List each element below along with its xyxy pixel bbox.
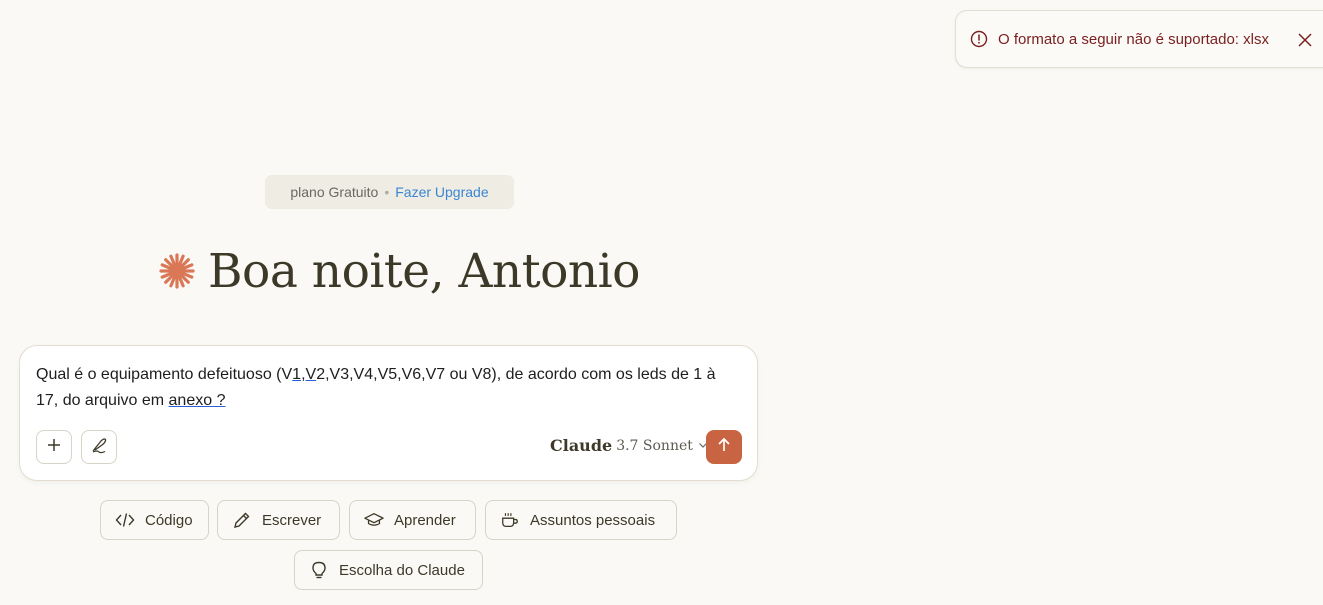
chip-codigo[interactable]: Código: [100, 500, 209, 540]
chip-label: Aprender: [394, 511, 456, 529]
greeting-title: Boa noite, Antonio: [208, 243, 640, 299]
model-name: Claude: [550, 436, 613, 455]
message-composer[interactable]: Qual é o equipamento defeituoso (V1,V2,V…: [19, 345, 758, 481]
model-selector[interactable]: Claude 3.7 Sonnet: [550, 436, 709, 455]
alert-circle-icon: [970, 30, 988, 48]
chip-aprender[interactable]: Aprender: [349, 500, 476, 540]
arrow-up-icon: [716, 437, 732, 458]
error-toast: O formato a seguir não é suportado: xlsx: [955, 10, 1323, 68]
plan-badge: plano Gratuito • Fazer Upgrade: [265, 175, 514, 209]
add-attachment-button[interactable]: [36, 430, 72, 464]
chip-escolha-do-claude[interactable]: Escolha do Claude: [294, 550, 483, 590]
chip-label: Código: [145, 511, 193, 529]
lightbulb-icon: [309, 560, 329, 580]
plus-icon: [46, 437, 62, 458]
chip-label: Escolha do Claude: [339, 561, 465, 579]
send-button[interactable]: [706, 430, 742, 464]
coffee-icon: [500, 510, 520, 530]
code-icon: [115, 510, 135, 530]
prompt-text-part1: Qual é o equipamento defeituoso (V: [36, 366, 293, 383]
toast-message: O formato a seguir não é suportado: xlsx: [998, 30, 1269, 48]
claude-logo-icon: [158, 252, 196, 290]
prompt-input[interactable]: Qual é o equipamento defeituoso (V1,V2,V…: [36, 362, 736, 414]
model-version: 3.7 Sonnet: [616, 437, 693, 454]
upgrade-link[interactable]: Fazer Upgrade: [395, 184, 488, 200]
style-button[interactable]: [81, 430, 117, 464]
prompt-text-underlined-2: anexo ?: [168, 392, 226, 409]
prompt-text-underlined-1: 1,V: [292, 366, 317, 383]
pencil-icon: [232, 510, 252, 530]
graduation-cap-icon: [364, 510, 384, 530]
chip-label: Escrever: [262, 511, 322, 529]
chip-escrever[interactable]: Escrever: [217, 500, 340, 540]
plan-label: plano Gratuito: [290, 184, 379, 200]
chip-label: Assuntos pessoais: [530, 511, 656, 529]
greeting: Boa noite, Antonio: [158, 240, 640, 302]
close-icon[interactable]: [1296, 31, 1314, 49]
separator-dot: •: [384, 184, 390, 200]
chip-assuntos-pessoais[interactable]: Assuntos pessoais: [485, 500, 677, 540]
quill-pen-icon: [90, 436, 108, 459]
